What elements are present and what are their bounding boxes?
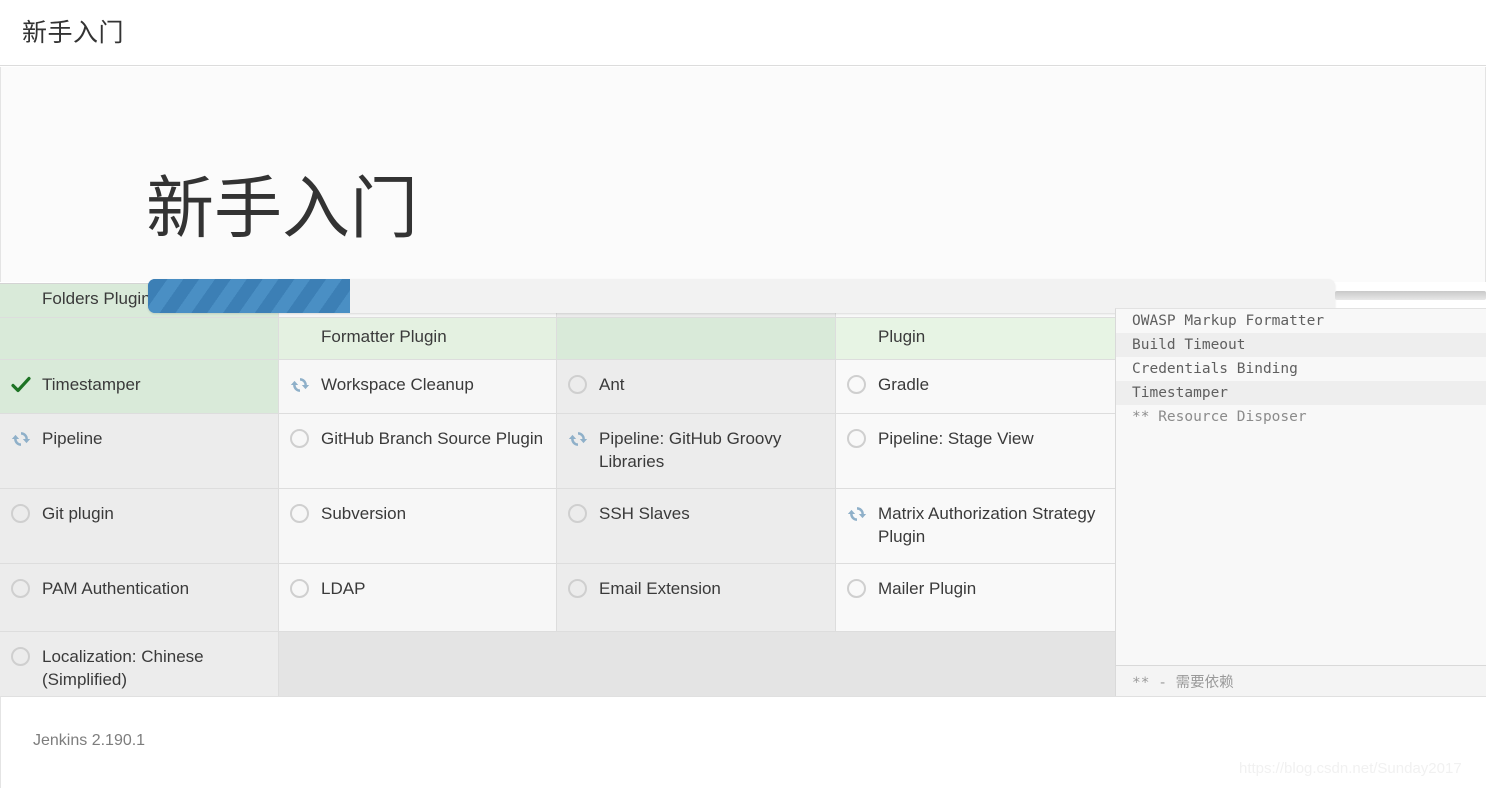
plugin-name-label: Workspace Cleanup <box>321 375 474 394</box>
plugin-grid-row: Formatter Plugin Plugin <box>0 318 1116 360</box>
plugin-name-label: Ant <box>599 375 625 394</box>
pending-circle-icon <box>568 375 587 394</box>
plugin-name-label: Git plugin <box>42 503 114 523</box>
spinner-icon <box>10 428 32 450</box>
pending-circle-icon <box>11 578 30 598</box>
check-icon <box>10 374 32 396</box>
log-panel-nub <box>1115 283 1333 309</box>
install-log-panel: OWASP Markup Formatter Build Timeout Crede… <box>1115 308 1486 665</box>
plugin-cell[interactable]: Plugin <box>836 318 1116 360</box>
plugin-cell[interactable]: Pipeline <box>0 414 279 489</box>
pending-circle-icon <box>847 375 866 394</box>
app-bar-title: 新手入门 <box>22 19 125 47</box>
plugin-grid-row: PAM Authentication LDAP Email Extension Mai… <box>0 563 1116 632</box>
plugin-cell[interactable]: GitHub Branch Source Plugin <box>279 414 557 489</box>
plugin-cell[interactable]: Git plugin <box>0 488 279 564</box>
plugin-cell[interactable]: Email Extension <box>557 563 836 632</box>
pending-circle-icon <box>847 578 866 598</box>
plugin-name-label: GitHub Branch Source Plugin <box>321 429 544 448</box>
horizontal-scrollbar[interactable] <box>1335 291 1486 300</box>
plugin-name-label: Plugin <box>878 327 926 346</box>
plugin-cell[interactable]: Mailer Plugin <box>836 563 1116 632</box>
plugin-name-label: Localization: Chinese (Simplified) <box>42 646 204 689</box>
plugin-cell[interactable]: SSH Slaves <box>557 488 836 564</box>
plugin-name-label: Pipeline <box>42 429 103 448</box>
plugin-name-label: Pipeline: GitHub Groovy Libraries <box>599 429 782 471</box>
plugin-name-label: Matrix Authorization Strategy Plugin <box>878 503 1096 546</box>
app-bar: 新手入门 <box>0 0 1486 66</box>
dependency-legend: ** - 需要依赖 <box>1132 675 1234 691</box>
spinner-icon <box>846 503 868 525</box>
pending-circle-icon <box>568 578 587 598</box>
plugin-name-label: Gradle <box>878 375 930 394</box>
spinner-icon <box>567 428 589 450</box>
pending-circle-icon <box>568 503 587 523</box>
plugin-cell[interactable]: Pipeline: Stage View <box>836 414 1116 489</box>
plugin-cell[interactable]: Timestamper <box>0 360 279 414</box>
plugin-cell[interactable] <box>557 318 836 360</box>
plugin-name-label: Pipeline: Stage View <box>878 429 1034 448</box>
plugin-cell[interactable]: Workspace Cleanup <box>279 360 557 414</box>
plugin-cell[interactable]: Matrix Authorization Strategy Plugin <box>836 488 1116 564</box>
log-line: Build Timeout <box>1116 333 1486 357</box>
plugin-cell[interactable]: Subversion <box>279 488 557 564</box>
plugin-name-label: Formatter Plugin <box>321 327 447 346</box>
jenkins-version-label: Jenkins 2.190.1 <box>33 732 146 749</box>
spinner-icon <box>289 374 311 396</box>
pending-circle-icon <box>290 578 309 598</box>
plugin-name-label: Folders Plugin <box>42 289 151 308</box>
pending-circle-icon <box>290 503 309 523</box>
plugin-name-label: Timestamper <box>42 375 141 394</box>
jenkins-setup-page: 新手入门 新手入门 Folders Plugin Formatter Plugin… <box>0 0 1486 788</box>
plugin-cell[interactable]: Formatter Plugin <box>279 318 557 360</box>
plugin-cell[interactable]: Gradle <box>836 360 1116 414</box>
watermark: https://blog.csdn.net/Sunday2017 <box>1239 760 1462 777</box>
log-panel-footer: ** - 需要依赖 <box>1115 665 1486 696</box>
pending-circle-icon <box>11 503 30 523</box>
pending-circle-icon <box>11 646 30 666</box>
log-line: Credentials Binding <box>1132 361 1298 377</box>
plugin-name-label: Email Extension <box>599 578 721 598</box>
plugin-name-label: SSH Slaves <box>599 503 690 523</box>
plugin-grid-row: Pipeline GitHub Branch Source Plugin Pipel… <box>0 414 1116 489</box>
log-line: OWASP Markup Formatter <box>1132 313 1325 329</box>
hero-panel: 新手入门 <box>0 67 1486 282</box>
plugin-cell[interactable]: LDAP <box>279 563 557 632</box>
plugin-name-label: Mailer Plugin <box>878 578 977 598</box>
pending-circle-icon <box>847 429 866 448</box>
plugin-grid-row: Git plugin Subversion SSH Slaves Matrix Aut… <box>0 488 1116 564</box>
plugin-name-label: PAM Authentication <box>42 578 190 598</box>
plugin-name-label: LDAP <box>321 578 366 598</box>
plugin-cell[interactable] <box>0 318 279 360</box>
plugin-cell[interactable]: Ant <box>557 360 836 414</box>
pending-circle-icon <box>290 429 309 448</box>
install-progress-fill <box>148 279 350 313</box>
log-line: ** Resource Disposer <box>1132 409 1307 425</box>
page-title: 新手入门 <box>146 171 419 247</box>
plugin-name-label: Subversion <box>321 503 407 523</box>
plugin-cell[interactable]: PAM Authentication <box>0 563 279 632</box>
plugin-grid: Folders Plugin Formatter Plugin Plugin Time… <box>0 283 1116 707</box>
plugin-grid-row: Timestamper Workspace Cleanup Ant Gradle <box>0 360 1116 414</box>
log-line: Timestamper <box>1116 381 1486 405</box>
plugin-cell[interactable]: Pipeline: GitHub Groovy Libraries <box>557 414 836 489</box>
